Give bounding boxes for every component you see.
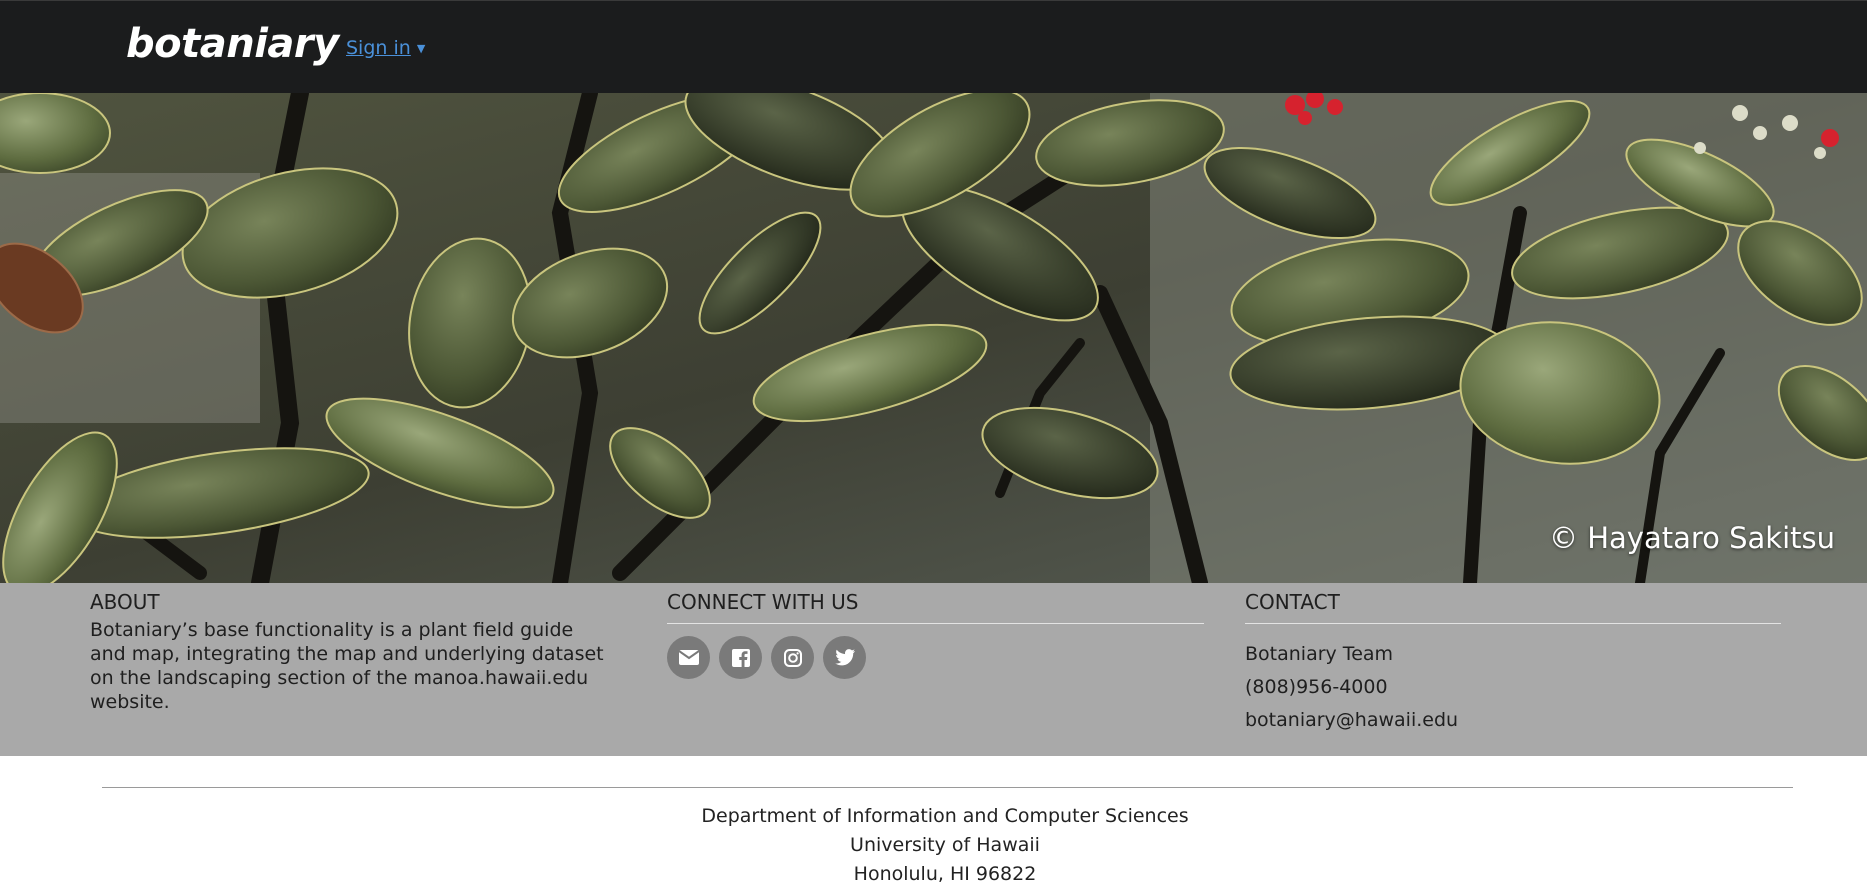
envelope-icon[interactable] (667, 636, 710, 679)
contact-section: CONTACT Botaniary Team (808)956-4000 bot… (1245, 583, 1781, 737)
social-links (667, 636, 1204, 679)
footer-info-band: ABOUT Botaniary’s base functionality is … (0, 583, 1867, 756)
contact-team-name: Botaniary Team (1245, 643, 1394, 665)
about-section: ABOUT Botaniary’s base functionality is … (90, 583, 610, 714)
connect-section: CONNECT WITH US (667, 583, 1204, 679)
facebook-icon[interactable] (719, 636, 762, 679)
contact-details: Botaniary Team (808)956-4000 botaniary@h… (1245, 638, 1781, 737)
contact-title: CONTACT (1245, 586, 1781, 624)
department-address: Department of Information and Computer S… (0, 802, 1867, 889)
connect-title: CONNECT WITH US (667, 586, 1204, 624)
address-line-department: Department of Information and Computer S… (701, 805, 1189, 827)
sign-in-label[interactable]: Sign in (346, 37, 411, 59)
address-line-city: Honolulu, HI 96822 (853, 863, 1037, 885)
twitter-icon[interactable] (823, 636, 866, 679)
instagram-icon[interactable] (771, 636, 814, 679)
contact-email[interactable]: botaniary@hawaii.edu (1245, 704, 1781, 737)
brand-logo[interactable]: botaniary (126, 21, 339, 67)
sign-in-dropdown[interactable]: Sign in ▼ (346, 37, 425, 59)
hero-plant-photo: © Hayataro Sakitsu (0, 93, 1867, 583)
about-title: ABOUT (90, 590, 160, 614)
top-navbar: botaniary Sign in ▼ (0, 0, 1867, 93)
photo-credit: © Hayataro Sakitsu (1548, 521, 1835, 555)
footer-divider (102, 787, 1793, 788)
caret-down-icon[interactable]: ▼ (417, 42, 425, 55)
address-line-university: University of Hawaii (850, 834, 1040, 856)
contact-phone[interactable]: (808)956-4000 (1245, 671, 1781, 704)
plant-photo-illustration (0, 93, 1867, 583)
about-text: Botaniary’s base functionality is a plan… (90, 619, 604, 713)
